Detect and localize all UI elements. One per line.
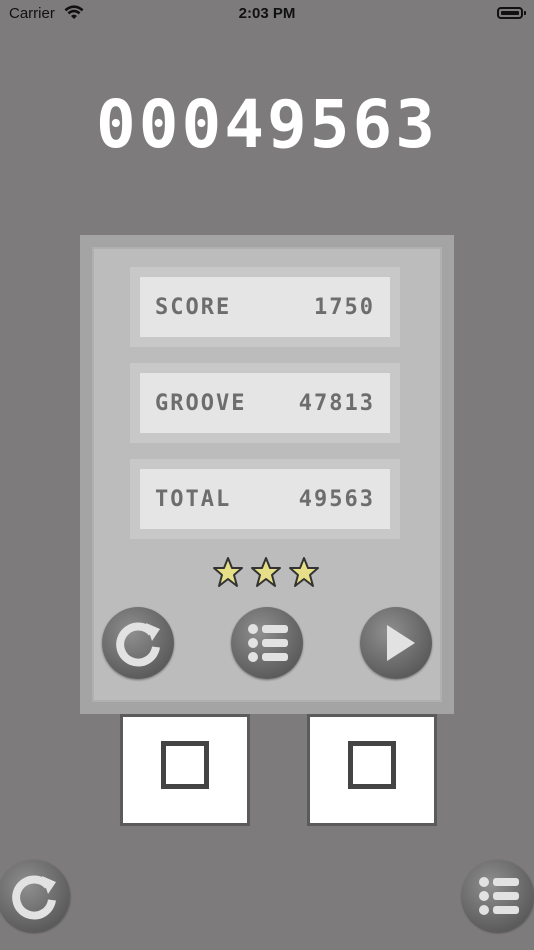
total-row: TOTAL 49563 [130, 459, 400, 539]
corner-menu-button[interactable] [462, 860, 534, 932]
play-icon [387, 625, 415, 661]
groove-label: GROOVE [155, 391, 247, 416]
status-time: 2:03 PM [238, 5, 296, 22]
groove-value: 47813 [298, 391, 375, 416]
groove-row: GROOVE 47813 [130, 363, 400, 443]
score-row: SCORE 1750 [130, 267, 400, 347]
retry-icon [12, 875, 56, 920]
board-cell[interactable] [120, 714, 250, 826]
star-rating [212, 556, 322, 588]
battery-icon [497, 7, 526, 19]
total-value: 49563 [298, 487, 375, 512]
star-icon [289, 557, 319, 587]
board-cell[interactable] [307, 714, 437, 826]
o-mark [161, 741, 209, 789]
play-button[interactable] [360, 607, 432, 679]
retry-icon [116, 622, 160, 667]
corner-retry-button[interactable] [0, 860, 70, 932]
status-bar: Carrier 2:03 PM [0, 0, 534, 28]
retry-button[interactable] [102, 607, 174, 679]
o-mark [348, 741, 396, 789]
star-icon [213, 557, 243, 587]
menu-button[interactable] [231, 607, 303, 679]
total-score-display: 00049563 [96, 86, 438, 163]
menu-list-icon [248, 624, 288, 662]
total-label: TOTAL [155, 487, 232, 512]
score-value: 1750 [314, 295, 375, 320]
menu-list-icon [479, 877, 519, 915]
star-icon [251, 557, 281, 587]
score-label: SCORE [155, 295, 232, 320]
